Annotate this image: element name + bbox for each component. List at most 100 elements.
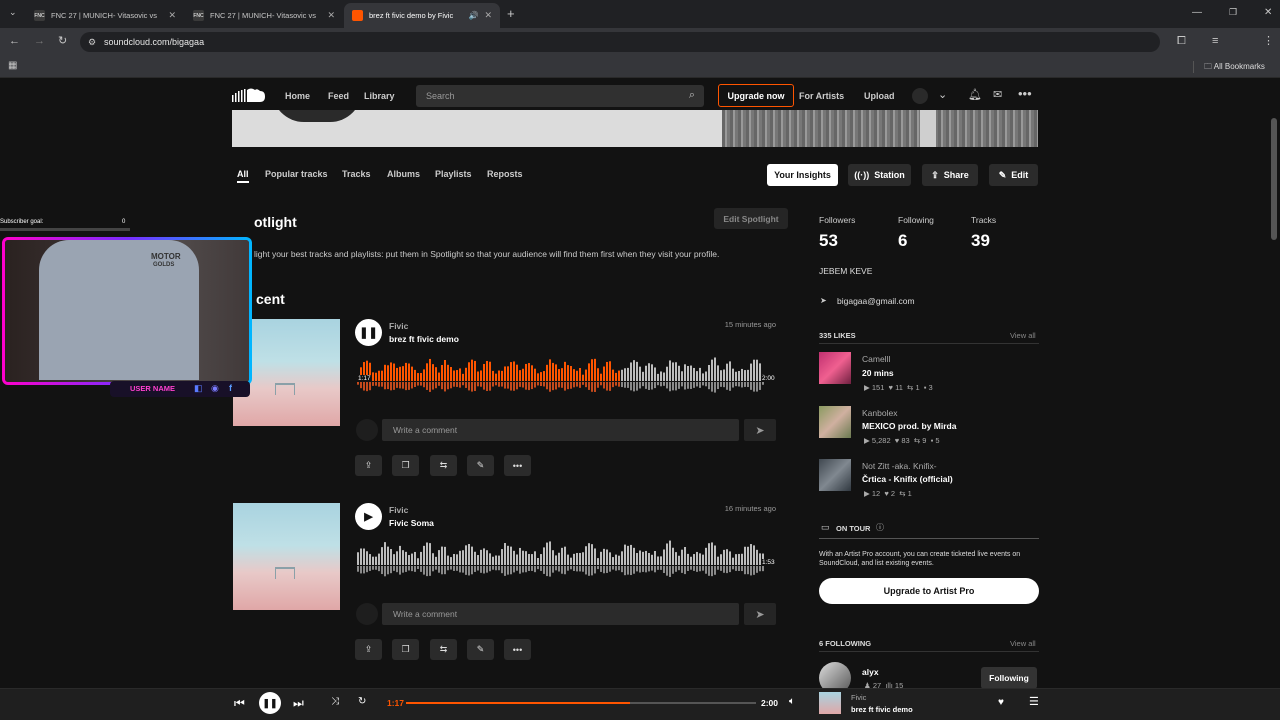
player-artist[interactable]: Fivic <box>851 693 866 702</box>
player-progress-bar[interactable] <box>406 702 756 704</box>
forward-icon[interactable]: → <box>34 36 45 47</box>
tracks-label[interactable]: Tracks <box>971 215 996 225</box>
apps-icon[interactable]: ▦ <box>8 61 17 71</box>
track-artist[interactable]: Fivic <box>389 505 408 515</box>
like-title[interactable]: Črtica - Knifix (official) <box>862 474 953 484</box>
close-tab-icon[interactable]: ✕ <box>168 10 176 21</box>
reload-icon[interactable]: ↻ <box>58 36 67 47</box>
play-button[interactable]: ▶ <box>355 503 382 530</box>
edit-track-icon[interactable]: ✎ <box>467 455 494 476</box>
new-tab-icon[interactable]: + <box>507 7 515 20</box>
copy-link-icon[interactable]: ❐ <box>392 639 419 660</box>
shuffle-icon[interactable]: ⤨ <box>331 697 339 707</box>
bell-icon[interactable]: 🔔︎ <box>968 88 982 101</box>
following-name[interactable]: alyx <box>862 667 879 677</box>
following-avatar[interactable] <box>819 662 851 688</box>
like-artist[interactable]: Kanbolex <box>862 408 897 418</box>
repost-icon[interactable]: ⇆ <box>430 639 457 660</box>
profile-email[interactable]: bigagaa@gmail.com <box>837 296 915 306</box>
minimize-icon[interactable]: — <box>1192 8 1202 18</box>
following-label[interactable]: Following <box>898 215 934 225</box>
tab-all[interactable]: All <box>237 169 249 179</box>
nav-feed[interactable]: Feed <box>328 91 349 101</box>
track-artwork[interactable] <box>233 503 340 610</box>
send-icon[interactable]: ➤ <box>744 419 776 441</box>
browser-menu-icon[interactable]: ⋮ <box>1263 36 1274 47</box>
browser-tab-1[interactable]: FNC FNC 27 | MUNICH- Vitasovic vs ✕ <box>26 3 184 28</box>
player-title[interactable]: brez ft fivic demo <box>851 705 913 714</box>
extensions-icon[interactable]: ⧠ <box>1177 36 1186 47</box>
nav-library[interactable]: Library <box>364 91 395 101</box>
waveform[interactable] <box>357 539 767 579</box>
all-bookmarks[interactable]: 🗀 All Bookmarks <box>1204 61 1265 75</box>
back-icon[interactable]: ← <box>9 36 20 47</box>
browser-tab-2[interactable]: FNC FNC 27 | MUNICH- Vitasovic vs ✕ <box>185 3 343 28</box>
nav-home[interactable]: Home <box>285 91 310 101</box>
repost-icon[interactable]: ⇆ <box>430 455 457 476</box>
tab-tracks[interactable]: Tracks <box>342 169 371 179</box>
page-scrollbar[interactable] <box>1271 118 1277 240</box>
waveform[interactable] <box>357 355 767 395</box>
tab-playlists[interactable]: Playlists <box>435 169 472 179</box>
heart-icon[interactable]: ♥ <box>998 698 1004 708</box>
comment-input[interactable]: Write a comment <box>382 603 739 625</box>
copy-link-icon[interactable]: ❐ <box>392 455 419 476</box>
search-input[interactable]: Search ⌕ <box>416 85 704 107</box>
soundcloud-logo-icon[interactable] <box>232 87 266 103</box>
edit-spotlight-button[interactable]: Edit Spotlight <box>714 208 788 229</box>
upgrade-artist-pro-button[interactable]: Upgrade to Artist Pro <box>819 578 1039 604</box>
next-icon[interactable]: ⏭ <box>293 697 304 709</box>
user-avatar[interactable] <box>912 88 928 104</box>
search-icon[interactable]: ⌕ <box>689 89 695 102</box>
restore-icon[interactable]: ❐ <box>1229 8 1237 17</box>
more-icon[interactable]: ••• <box>1018 86 1032 101</box>
info-icon[interactable]: ⓘ <box>876 522 884 533</box>
pause-button[interactable]: ❚❚ <box>355 319 382 346</box>
edit-track-icon[interactable]: ✎ <box>467 639 494 660</box>
mail-icon[interactable]: ✉ <box>993 88 1002 101</box>
followers-count[interactable]: 53 <box>819 231 838 251</box>
close-tab-icon[interactable]: ✕ <box>327 10 335 21</box>
following-heading[interactable]: 6 FOLLOWING <box>819 639 871 648</box>
site-info-icon[interactable]: ⚙ <box>88 37 96 48</box>
tab-search-icon[interactable]: ⌄ <box>9 8 17 17</box>
tab-albums[interactable]: Albums <box>387 169 420 179</box>
share-button[interactable]: ⇪ Share <box>922 164 978 186</box>
repeat-icon[interactable]: ↻ <box>358 697 366 707</box>
like-artwork[interactable] <box>819 459 851 491</box>
reading-list-icon[interactable]: ≡ <box>1212 36 1218 47</box>
close-tab-icon[interactable]: ✕ <box>484 10 492 21</box>
like-artwork[interactable] <box>819 352 851 384</box>
track-title[interactable]: Fivic Soma <box>389 518 434 528</box>
share-track-icon[interactable]: ⇪ <box>355 455 382 476</box>
like-artist[interactable]: Not Zitt -aka. Knifix- <box>862 461 937 471</box>
previous-icon[interactable]: ⏮ <box>234 697 245 709</box>
send-icon[interactable]: ➤ <box>744 603 776 625</box>
more-actions-icon[interactable]: ••• <box>504 455 531 476</box>
followers-label[interactable]: Followers <box>819 215 855 225</box>
like-artwork[interactable] <box>819 406 851 438</box>
browser-tab-3[interactable]: brez ft fivic demo by Fivic 🔊 ✕ <box>344 3 500 28</box>
track-artist[interactable]: Fivic <box>389 321 408 331</box>
likes-view-all[interactable]: View all <box>1010 331 1036 340</box>
likes-heading[interactable]: 335 LIKES <box>819 331 856 340</box>
player-pause-button[interactable]: ❚❚ <box>259 692 281 714</box>
queue-icon[interactable]: ☰ <box>1029 697 1039 708</box>
like-title[interactable]: 20 mins <box>862 368 894 378</box>
edit-button[interactable]: ✎ Edit <box>989 164 1038 186</box>
like-artist[interactable]: Camelll <box>862 354 890 364</box>
nav-for-artists[interactable]: For Artists <box>799 91 844 101</box>
your-insights-button[interactable]: Your Insights <box>767 164 838 186</box>
chevron-down-icon[interactable]: ⌄ <box>938 88 947 101</box>
close-window-icon[interactable]: ✕ <box>1264 8 1272 18</box>
url-field[interactable]: ⚙ soundcloud.com/bigagaa <box>80 32 1160 52</box>
share-track-icon[interactable]: ⇪ <box>355 639 382 660</box>
following-view-all[interactable]: View all <box>1010 639 1036 648</box>
volume-icon[interactable]: 🔈︎ <box>789 697 795 707</box>
tab-reposts[interactable]: Reposts <box>487 169 523 179</box>
tab-popular-tracks[interactable]: Popular tracks <box>265 169 328 179</box>
more-actions-icon[interactable]: ••• <box>504 639 531 660</box>
tracks-count[interactable]: 39 <box>971 231 990 251</box>
track-title[interactable]: brez ft fivic demo <box>389 334 459 344</box>
nav-upload[interactable]: Upload <box>864 91 895 101</box>
